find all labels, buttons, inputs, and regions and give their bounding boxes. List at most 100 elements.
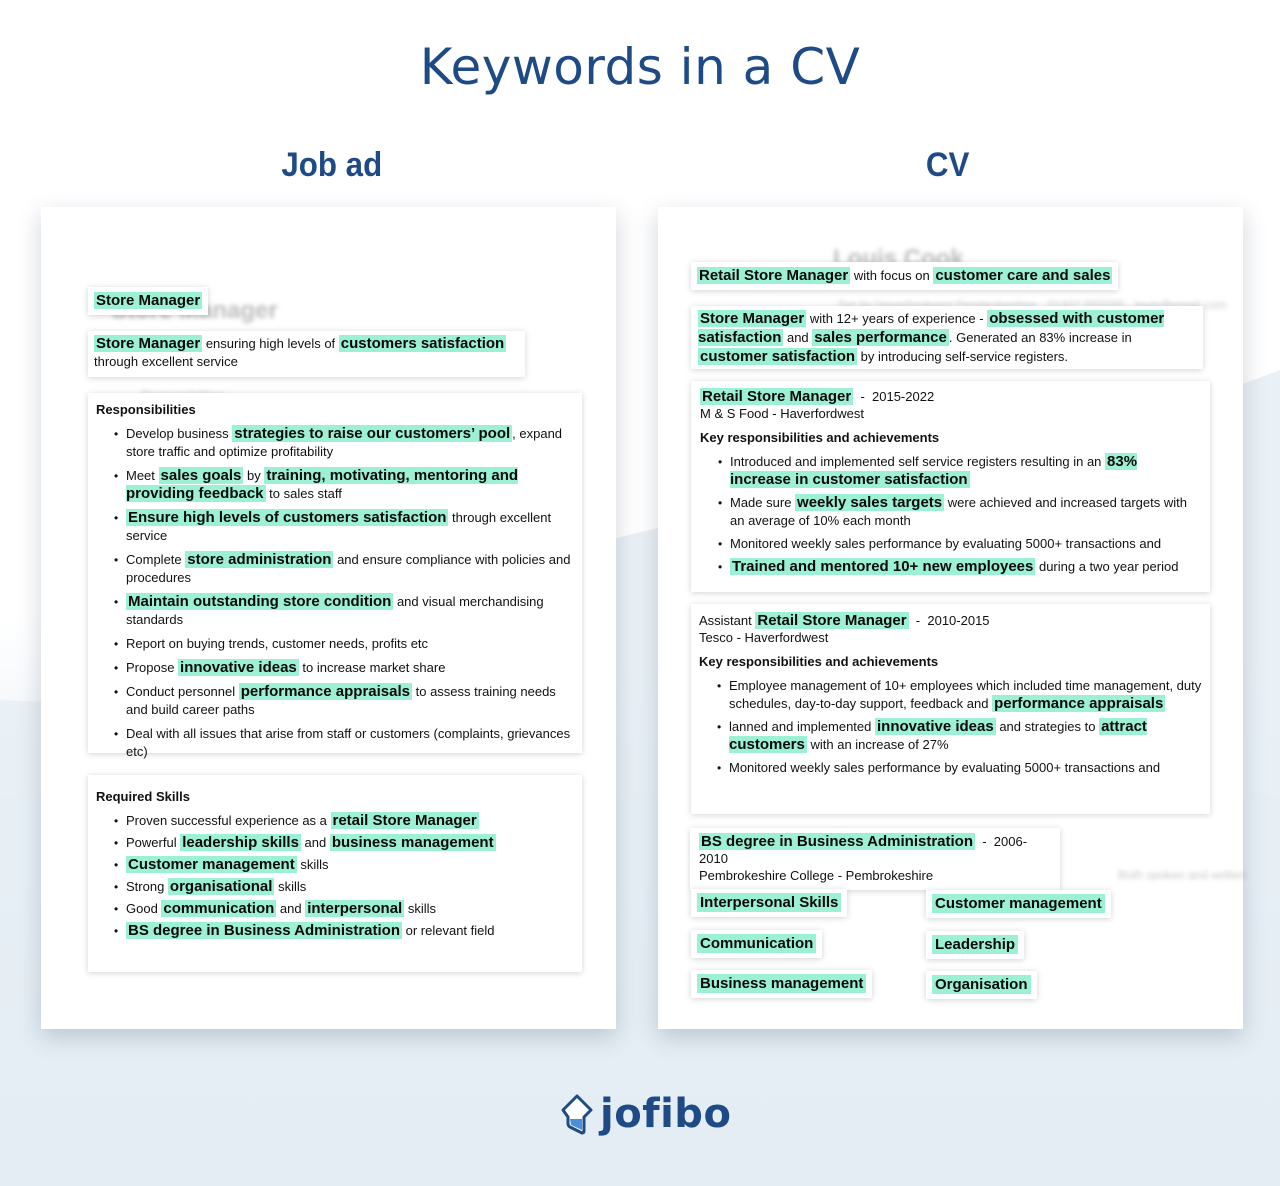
keyword: interpersonal	[305, 900, 405, 917]
keyword: innovative ideas	[875, 718, 996, 735]
keyword: Retail Store Manager	[755, 612, 909, 629]
list-item: Monitored weekly sales performance by ev…	[699, 759, 1202, 777]
skill-tag: Customer management	[926, 890, 1111, 918]
list-item: Trained and mentored 10+ new employees d…	[700, 558, 1201, 576]
keyword: organisational	[167, 878, 275, 895]
keyword: weekly sales targets	[795, 494, 945, 511]
degree-line: BS degree in Business Administration - 2…	[699, 833, 1028, 866]
list-item: Meet sales goals by training, motivating…	[96, 467, 574, 503]
keyword: performance appraisals	[992, 695, 1166, 712]
text: by introducing self-service registers.	[857, 349, 1069, 364]
skill-tag: Leadership	[926, 931, 1025, 959]
keyword: Leadership	[932, 935, 1019, 954]
keyword: sales goals	[158, 467, 244, 484]
text: during a two year period	[1035, 559, 1179, 574]
text: Propose	[126, 660, 179, 675]
text: Assistant	[699, 613, 756, 628]
text: and	[300, 835, 330, 850]
keyword: Communication	[697, 934, 817, 953]
job1-achievements-list: Introduced and implemented self service …	[700, 453, 1201, 576]
keyword: strategies to raise our customers’ pool	[232, 425, 513, 442]
keyword: customer satisfaction	[698, 348, 858, 365]
keyword: Store Manager	[698, 310, 807, 327]
keyword: Organisation	[932, 975, 1031, 994]
keyword: performance appraisals	[238, 683, 412, 700]
text: Strong	[126, 879, 168, 894]
list-item: BS degree in Business Administration or …	[96, 922, 574, 940]
keyword: Maintain outstanding store condition	[126, 593, 394, 610]
jofibo-logo: jofibo	[560, 1092, 731, 1136]
text: Introduced and implemented self service …	[730, 454, 1106, 469]
list-item: Strong organisational skills	[96, 878, 574, 896]
list-item: Customer management skills	[96, 856, 574, 874]
keyword: Trained and mentored 10+ new employees	[730, 558, 1036, 575]
page-title: Keywords in a CV	[419, 38, 861, 96]
list-item: Proven successful experience as a retail…	[96, 812, 574, 830]
list-item: Deal with all issues that arise from sta…	[96, 725, 574, 761]
job-dates: 2015-2022	[872, 389, 935, 404]
list-item: Maintain outstanding store condition and…	[96, 593, 574, 629]
job-summary-card: Store Manager ensuring high levels of cu…	[88, 331, 525, 377]
skill-tag: Business management	[691, 970, 873, 998]
text: . Generated an 83% increase in	[948, 330, 1132, 345]
keyword: Business management	[697, 974, 867, 993]
keyword: Store Manager	[94, 292, 203, 309]
text: and	[276, 901, 306, 916]
text: Monitored weekly sales performance by ev…	[730, 536, 1162, 551]
required-skills-card: Required Skills Proven successful experi…	[88, 775, 582, 972]
text: ensuring high levels of	[202, 336, 339, 351]
text: Report on buying trends, customer needs,…	[126, 636, 429, 651]
logo-text: jofibo	[600, 1091, 732, 1137]
text: Good	[126, 901, 162, 916]
keyword: sales performance	[812, 329, 949, 346]
text: and strategies to	[995, 719, 1100, 734]
text: Meet	[126, 468, 159, 483]
skill-tag: Interpersonal Skills	[691, 889, 848, 917]
section-heading: Responsibilities	[96, 402, 196, 417]
text: Complete	[126, 552, 186, 567]
text: and	[783, 330, 813, 345]
list-item: Conduct personnel performance appraisals…	[96, 683, 574, 719]
job-title-card: Store Manager	[88, 287, 209, 315]
keyword: Store Manager	[94, 335, 203, 352]
job-title-line: Retail Store Manager - 2015-2022	[700, 388, 935, 405]
text: Develop business	[126, 426, 233, 441]
section-heading: Key responsibilities and achievements	[700, 430, 940, 445]
text: by	[243, 468, 265, 483]
keyword: business management	[329, 834, 496, 851]
keyword: customer care and sales	[933, 267, 1113, 284]
list-item: Powerful leadership skills and business …	[96, 834, 574, 852]
text: to increase market share	[298, 660, 446, 675]
keyword: innovative ideas	[178, 659, 299, 676]
keyword: Retail Store Manager	[700, 388, 854, 405]
list-item: lanned and implemented innovative ideas …	[699, 718, 1202, 754]
job-ad-heading: Job ad	[281, 146, 383, 184]
list-item: Made sure weekly sales targets were achi…	[700, 494, 1201, 530]
cv-job2-card: Assistant Retail Store Manager - 2010-20…	[691, 604, 1210, 814]
list-item: Good communication and interpersonal ski…	[96, 900, 574, 918]
list-item: Introduced and implemented self service …	[700, 453, 1201, 489]
keyword: BS degree in Business Administration	[699, 833, 975, 850]
text: skills	[296, 857, 329, 872]
text: with an increase of 27%	[806, 737, 949, 752]
text: Proven successful experience as a	[126, 813, 331, 828]
section-heading: Required Skills	[96, 789, 190, 804]
cv-job1-card: Retail Store Manager - 2015-2022 M & S F…	[691, 381, 1210, 592]
text: to sales staff	[265, 486, 342, 501]
jofibo-logo-icon	[561, 1094, 593, 1135]
keyword: Ensure high levels of customers satisfac…	[126, 509, 449, 526]
keyword: store administration	[185, 551, 334, 568]
company: Tesco - Haverfordwest	[699, 630, 829, 645]
job2-achievements-list: Employee management of 10+ employees whi…	[699, 677, 1202, 777]
keyword: retail Store Manager	[330, 812, 479, 829]
list-item: Monitored weekly sales performance by ev…	[700, 535, 1201, 553]
keyword: BS degree in Business Administration	[126, 922, 402, 939]
company: M & S Food - Haverfordwest	[700, 406, 864, 421]
job-dates: 2010-2015	[927, 613, 990, 628]
text: Powerful	[126, 835, 181, 850]
keyword: customers satisfaction	[338, 335, 507, 352]
text: with 12+ years of experience -	[806, 311, 988, 326]
text: or relevant field	[402, 923, 495, 938]
list-item: Report on buying trends, customer needs,…	[96, 635, 574, 653]
text: lanned and implemented	[729, 719, 875, 734]
